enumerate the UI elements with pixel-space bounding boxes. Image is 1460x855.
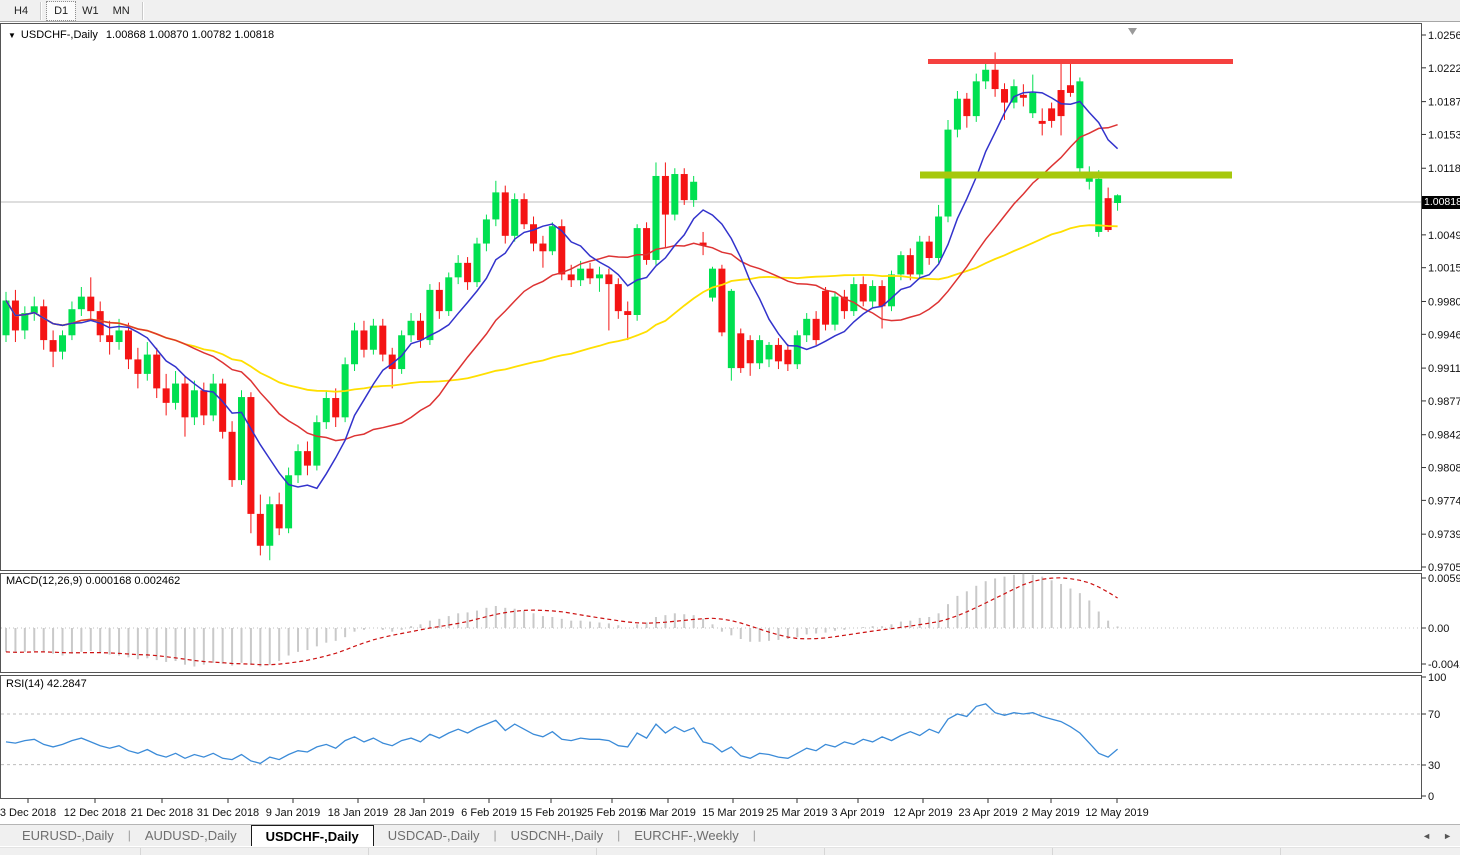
svg-text:0.98420: 0.98420 bbox=[1428, 430, 1460, 442]
svg-text:0.00: 0.00 bbox=[1428, 623, 1449, 635]
chart-title: ▼ USDCHF-,Daily 1.00868 1.00870 1.00782 1.… bbox=[8, 29, 274, 41]
svg-text:12 Dec 2018: 12 Dec 2018 bbox=[64, 807, 126, 819]
svg-text:1.00150: 1.00150 bbox=[1428, 263, 1460, 275]
date-axis: 3 Dec 2018 12 Dec 2018 21 Dec 2018 31 Dec 2… bbox=[0, 799, 1149, 820]
candles-layer bbox=[3, 52, 1122, 560]
svg-text:12 Apr 2019: 12 Apr 2019 bbox=[893, 807, 952, 819]
macd-pane: 0.00597 0.00 -0.00424 bbox=[1, 573, 1460, 671]
current-price-tag: 1.00818 bbox=[1422, 196, 1460, 209]
svg-text:0.99110: 0.99110 bbox=[1428, 363, 1460, 375]
tab-usdcnh-daily[interactable]: USDCNH-,Daily bbox=[497, 825, 617, 846]
svg-text:1.00490: 1.00490 bbox=[1428, 230, 1460, 242]
chart-symbol-label: USDCHF-,Daily bbox=[21, 29, 98, 41]
svg-text:0: 0 bbox=[1428, 791, 1434, 803]
svg-text:31 Dec 2018: 31 Dec 2018 bbox=[197, 807, 259, 819]
svg-text:2 May 2019: 2 May 2019 bbox=[1022, 807, 1079, 819]
svg-text:25 Feb 2019: 25 Feb 2019 bbox=[581, 807, 643, 819]
tabbar-scroll-right-icon[interactable]: ► bbox=[1443, 831, 1452, 841]
svg-text:6 Mar 2019: 6 Mar 2019 bbox=[640, 807, 696, 819]
svg-text:100: 100 bbox=[1428, 672, 1446, 684]
chart-tabbar: EURUSD-,Daily | AUDUSD-,Daily USDCHF-,Da… bbox=[0, 824, 1460, 846]
rsi-pane: 100 70 30 0 bbox=[1, 672, 1446, 803]
svg-text:1.01530: 1.01530 bbox=[1428, 129, 1460, 141]
svg-text:0.99460: 0.99460 bbox=[1428, 329, 1460, 341]
svg-text:30: 30 bbox=[1428, 760, 1440, 772]
svg-text:1.01870: 1.01870 bbox=[1428, 97, 1460, 109]
trading-app-window: H4 D1 W1 MN 1.025601.022201.018701.01530… bbox=[0, 0, 1460, 854]
tab-separator: | bbox=[753, 825, 756, 846]
svg-text:3 Apr 2019: 3 Apr 2019 bbox=[831, 807, 884, 819]
svg-text:1.02560: 1.02560 bbox=[1428, 30, 1460, 42]
svg-text:25 Mar 2019: 25 Mar 2019 bbox=[766, 807, 828, 819]
tab-usdcad-daily[interactable]: USDCAD-,Daily bbox=[374, 825, 494, 846]
svg-text:9 Jan 2019: 9 Jan 2019 bbox=[266, 807, 320, 819]
svg-text:15 Mar 2019: 15 Mar 2019 bbox=[702, 807, 764, 819]
price-axis: 1.02560 1.02220 1.01870 1.01530 1.01180 1.004… bbox=[1422, 30, 1460, 574]
svg-text:70: 70 bbox=[1428, 709, 1440, 721]
svg-text:0.97390: 0.97390 bbox=[1428, 529, 1460, 541]
svg-text:3 Dec 2018: 3 Dec 2018 bbox=[0, 807, 56, 819]
svg-text:0.00597: 0.00597 bbox=[1428, 573, 1460, 585]
chart-canvas[interactable]: 1.02560 1.02220 1.01870 1.01530 1.01180 1.004… bbox=[0, 0, 1460, 824]
tab-eurusd-daily[interactable]: EURUSD-,Daily bbox=[8, 825, 128, 846]
tabbar-scroll-left-icon[interactable]: ◄ bbox=[1422, 831, 1431, 841]
chart-markers bbox=[1128, 28, 1137, 35]
svg-text:12 May 2019: 12 May 2019 bbox=[1085, 807, 1149, 819]
svg-text:1.01180: 1.01180 bbox=[1428, 163, 1460, 175]
svg-text:18 Jan 2019: 18 Jan 2019 bbox=[328, 807, 389, 819]
svg-text:15 Feb 2019: 15 Feb 2019 bbox=[520, 807, 582, 819]
svg-text:6 Feb 2019: 6 Feb 2019 bbox=[461, 807, 517, 819]
rsi-indicator-label: RSI(14) 42.2847 bbox=[6, 678, 87, 690]
tab-audusd-daily[interactable]: AUDUSD-,Daily bbox=[131, 825, 251, 846]
svg-text:0.98080: 0.98080 bbox=[1428, 463, 1460, 475]
svg-text:21 Dec 2018: 21 Dec 2018 bbox=[131, 807, 193, 819]
resistance-line[interactable] bbox=[928, 59, 1233, 64]
tab-usdchf-daily[interactable]: USDCHF-,Daily bbox=[251, 825, 374, 846]
support-line[interactable] bbox=[920, 172, 1232, 179]
svg-text:0.99800: 0.99800 bbox=[1428, 296, 1460, 308]
macd-indicator-label: MACD(12,26,9) 0.000168 0.002462 bbox=[6, 575, 180, 587]
svg-text:1.02220: 1.02220 bbox=[1428, 63, 1460, 75]
chart-ohlc-values: 1.00868 1.00870 1.00782 1.00818 bbox=[106, 29, 274, 41]
tab-eurchf-weekly[interactable]: EURCHF-,Weekly bbox=[620, 825, 753, 846]
scroll-anchor-icon[interactable] bbox=[1128, 28, 1137, 35]
svg-text:0.98770: 0.98770 bbox=[1428, 396, 1460, 408]
svg-text:-0.00424: -0.00424 bbox=[1428, 659, 1460, 671]
svg-text:28 Jan 2019: 28 Jan 2019 bbox=[394, 807, 455, 819]
chevron-down-icon[interactable]: ▼ bbox=[8, 31, 16, 40]
tabbar-scroll-arrows: ◄► bbox=[1410, 831, 1452, 841]
svg-text:23 Apr 2019: 23 Apr 2019 bbox=[958, 807, 1017, 819]
svg-text:0.97740: 0.97740 bbox=[1428, 495, 1460, 507]
